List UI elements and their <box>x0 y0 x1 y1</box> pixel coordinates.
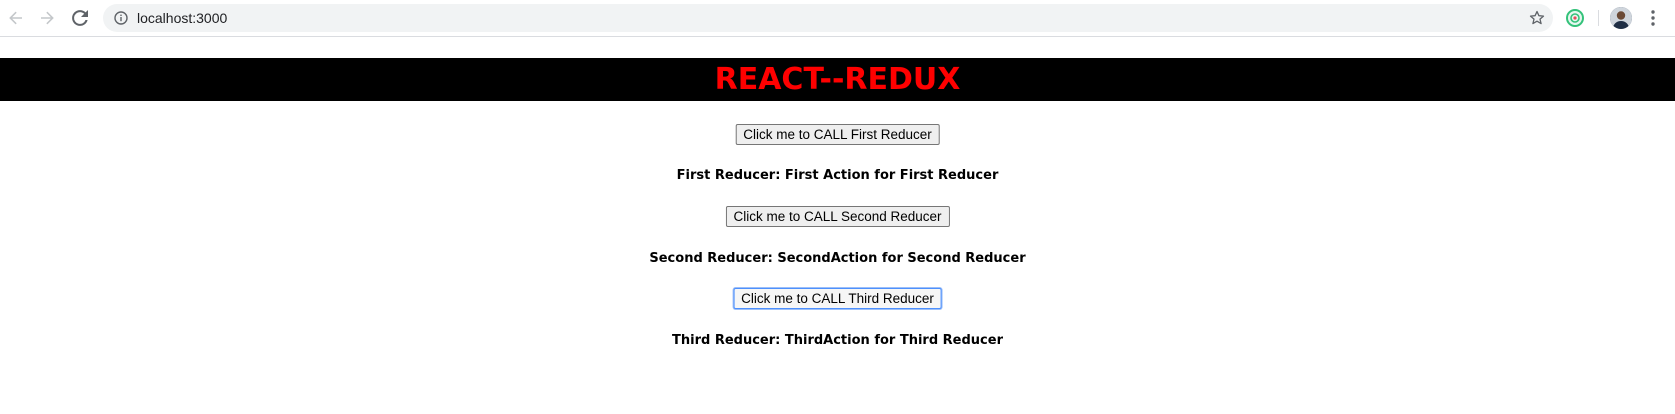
second-reducer-result: Second Reducer: SecondAction for Second … <box>649 251 1026 266</box>
third-reducer-result: Third Reducer: ThirdAction for Third Red… <box>672 333 1003 348</box>
avatar[interactable] <box>1610 7 1632 29</box>
call-third-reducer-button[interactable]: Click me to CALL Third Reducer <box>733 288 942 309</box>
toolbar-divider <box>1598 10 1599 26</box>
forward-button[interactable] <box>36 7 58 29</box>
star-icon[interactable] <box>1529 10 1545 26</box>
call-second-reducer-button[interactable]: Click me to CALL Second Reducer <box>725 206 950 227</box>
browser-toolbar: localhost:3000 <box>0 0 1675 37</box>
page-title: REACT--REDUX <box>714 62 961 97</box>
reload-icon <box>72 10 88 26</box>
kebab-menu-icon[interactable] <box>1643 8 1663 28</box>
url-text[interactable]: localhost:3000 <box>137 10 227 26</box>
profile-picture-icon <box>1610 7 1632 29</box>
extension-icon[interactable] <box>1565 8 1585 28</box>
info-icon[interactable] <box>114 11 128 25</box>
back-button[interactable] <box>5 7 27 29</box>
first-reducer-result: First Reducer: First Action for First Re… <box>676 168 999 183</box>
arrow-right-icon <box>41 11 54 25</box>
call-first-reducer-button[interactable]: Click me to CALL First Reducer <box>735 124 940 145</box>
reload-button[interactable] <box>69 7 91 29</box>
page-header: REACT--REDUX <box>0 58 1675 101</box>
arrow-left-icon <box>9 11 22 25</box>
address-bar[interactable]: localhost:3000 <box>103 4 1553 32</box>
